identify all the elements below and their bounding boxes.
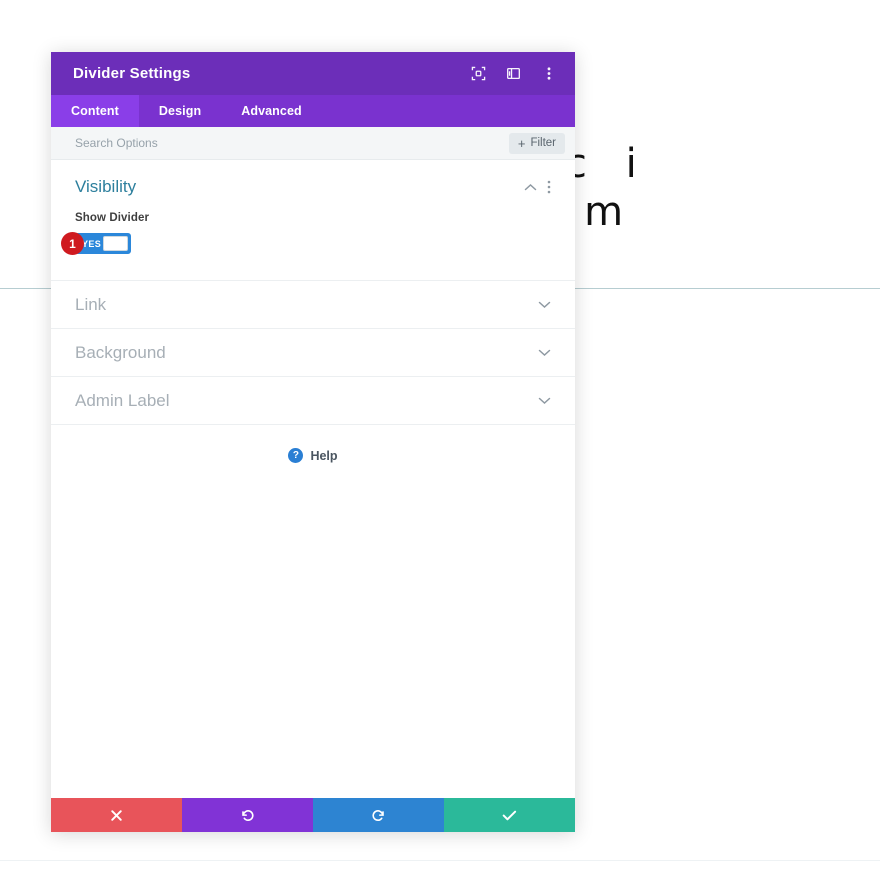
redo-button[interactable] — [313, 798, 444, 832]
section-visibility-title: Visibility — [75, 177, 137, 196]
field-show-divider: Show Divider 1 YES — [61, 208, 551, 280]
toggle-knob — [103, 236, 128, 251]
modal-header-icon-group — [470, 65, 557, 82]
section-visibility: Visibility Show Divider 1 YES — [51, 160, 575, 280]
page-bottom-rule — [0, 860, 880, 861]
checkmark-icon — [502, 809, 517, 822]
chevron-down-icon[interactable] — [538, 396, 551, 405]
step-badge-1: 1 — [61, 232, 84, 255]
help-link-label[interactable]: Help — [310, 449, 337, 463]
field-show-divider-label: Show Divider — [75, 212, 150, 224]
modal-body: Visibility Show Divider 1 YES Link Backg… — [51, 160, 575, 798]
tab-advanced[interactable]: Advanced — [221, 95, 322, 127]
cancel-button[interactable] — [51, 798, 182, 832]
focus-icon[interactable] — [470, 65, 487, 82]
section-admin-label-title: Admin Label — [75, 390, 170, 410]
more-vertical-icon[interactable] — [540, 65, 557, 82]
layout-panel-icon[interactable] — [505, 65, 522, 82]
help-row[interactable]: ? Help — [51, 424, 575, 486]
modal-title: Divider Settings — [73, 65, 191, 82]
modal-tabs: Content Design Advanced — [51, 95, 575, 127]
chevron-down-icon[interactable] — [538, 300, 551, 309]
save-button[interactable] — [444, 798, 575, 832]
show-divider-toggle-wrap: 1 YES — [61, 232, 131, 255]
section-link-title: Link — [75, 294, 107, 314]
section-visibility-controls — [524, 180, 551, 194]
search-input[interactable] — [75, 136, 509, 150]
modal-footer — [51, 798, 575, 832]
tab-design[interactable]: Design — [139, 95, 221, 127]
close-icon — [110, 809, 123, 822]
section-visibility-header[interactable]: Visibility — [75, 160, 551, 208]
section-more-vertical-icon[interactable] — [547, 180, 551, 194]
section-background-title: Background — [75, 342, 166, 362]
redo-icon — [371, 808, 386, 823]
chevron-down-icon[interactable] — [538, 348, 551, 357]
plus-icon: + — [517, 135, 526, 151]
filter-button-label: Filter — [530, 137, 556, 149]
divider-settings-modal: Divider Settings Content Design Advanced… — [51, 52, 575, 832]
question-mark-icon: ? — [288, 448, 304, 463]
modal-header: Divider Settings — [51, 52, 575, 95]
undo-button[interactable] — [182, 798, 313, 832]
search-options-row: + Filter — [51, 127, 575, 160]
section-background[interactable]: Background — [51, 328, 575, 376]
screen: d E x e r c ir i t a t e m Divider Setti… — [0, 0, 880, 874]
tab-content[interactable]: Content — [51, 95, 139, 127]
chevron-up-icon[interactable] — [524, 183, 537, 192]
section-admin-label[interactable]: Admin Label — [51, 376, 575, 424]
filter-button[interactable]: + Filter — [508, 132, 565, 154]
section-link[interactable]: Link — [51, 280, 575, 328]
undo-icon — [240, 808, 255, 823]
